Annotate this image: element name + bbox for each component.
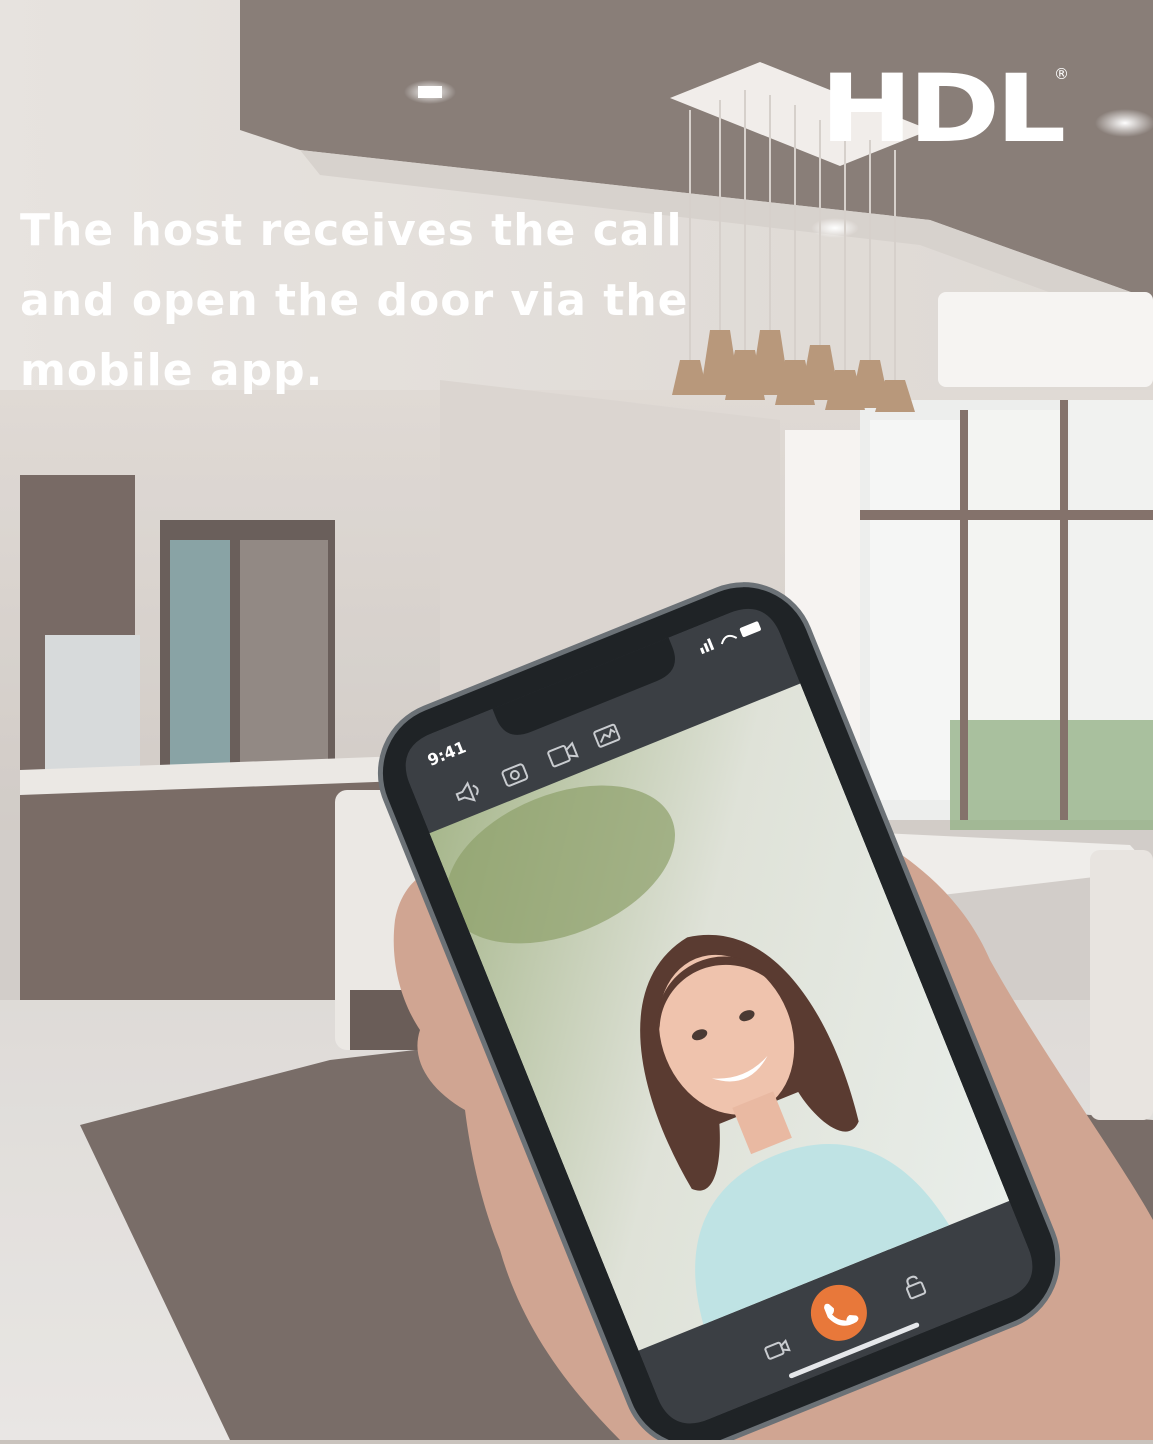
smartphone: 9:41 bbox=[377, 582, 1061, 1444]
